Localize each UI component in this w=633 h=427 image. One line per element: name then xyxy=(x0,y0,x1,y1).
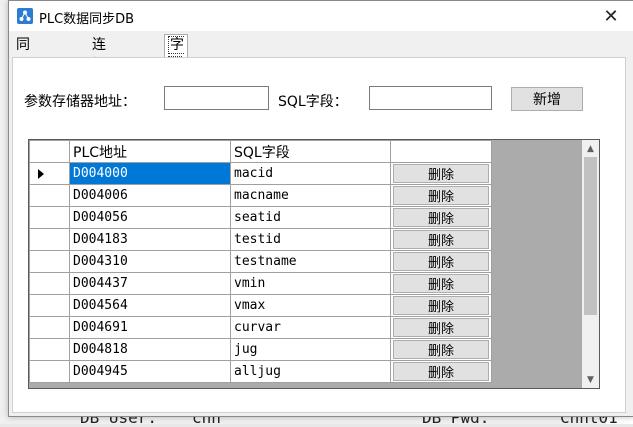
dialog-window: PLC数据同步DB ✕ 同步日志 连接配置 字段配置 参数存储器地址： SQL字… xyxy=(8,0,633,417)
scroll-down-button[interactable]: ▼ xyxy=(582,371,599,388)
cell-sql-field[interactable]: testname xyxy=(230,250,391,273)
cell-plc-address[interactable]: D004000 xyxy=(69,162,231,185)
cell-action: 删除 xyxy=(390,272,492,295)
table-row[interactable]: D004183 testid 删除 xyxy=(29,228,492,251)
cell-sql-field[interactable]: alljug xyxy=(230,360,391,383)
cell-sql-field[interactable]: macid xyxy=(230,162,391,185)
cell-plc-address[interactable]: D004006 xyxy=(69,184,231,207)
cell-plc-address[interactable]: D004056 xyxy=(69,206,231,229)
cell-plc-address[interactable]: D004564 xyxy=(69,294,231,317)
param-address-label: 参数存储器地址： xyxy=(24,94,136,110)
app-icon xyxy=(17,8,33,24)
cell-sql-field[interactable]: seatid xyxy=(230,206,391,229)
cell-sql-field[interactable]: vmax xyxy=(230,294,391,317)
field-config-panel: 参数存储器地址： SQL字段： 新增 PLC地址 SQL字段 D004000 ma… xyxy=(12,57,626,413)
cell-sql-field[interactable]: vmin xyxy=(230,272,391,295)
chevron-up-icon: ▲ xyxy=(587,143,594,154)
vertical-scrollbar[interactable]: ▲ ▼ xyxy=(582,140,599,388)
sql-field-label: SQL字段： xyxy=(278,94,348,110)
cell-sql-field[interactable]: macname xyxy=(230,184,391,207)
table-row[interactable]: D004006 macname 删除 xyxy=(29,184,492,207)
delete-button[interactable]: 删除 xyxy=(393,252,489,271)
delete-button[interactable]: 删除 xyxy=(393,230,489,249)
cell-action: 删除 xyxy=(390,294,492,317)
window-title: PLC数据同步DB xyxy=(39,12,135,27)
table-row[interactable]: D004564 vmax 删除 xyxy=(29,294,492,317)
cell-action: 删除 xyxy=(390,162,492,185)
delete-button[interactable]: 删除 xyxy=(393,318,489,337)
row-header[interactable] xyxy=(29,316,70,339)
row-header[interactable] xyxy=(29,206,70,229)
tab-connection-config[interactable]: 连接配置 xyxy=(89,35,109,113)
table-row[interactable]: D004437 vmin 删除 xyxy=(29,272,492,295)
cell-action: 删除 xyxy=(390,184,492,207)
column-header-plc-address[interactable]: PLC地址 xyxy=(69,140,231,163)
tab-sync-log[interactable]: 同步日志 xyxy=(13,35,33,113)
table-body: D004000 macid 删除 D004006 macname 删除 D004056 sea… xyxy=(29,162,492,383)
row-header[interactable] xyxy=(29,184,70,207)
cell-action: 删除 xyxy=(390,360,492,383)
delete-button[interactable]: 删除 xyxy=(393,340,489,359)
table-row[interactable]: D004691 curvar 删除 xyxy=(29,316,492,339)
cell-action: 删除 xyxy=(390,206,492,229)
cell-sql-field[interactable]: testid xyxy=(230,228,391,251)
row-header[interactable] xyxy=(29,272,70,295)
delete-button[interactable]: 删除 xyxy=(393,274,489,293)
cell-action: 删除 xyxy=(390,338,492,361)
row-header[interactable] xyxy=(29,338,70,361)
table-row[interactable]: D004310 testname 删除 xyxy=(29,250,492,273)
close-icon: ✕ xyxy=(603,5,619,27)
cell-action: 删除 xyxy=(390,228,492,251)
cell-sql-field[interactable]: curvar xyxy=(230,316,391,339)
delete-button[interactable]: 删除 xyxy=(393,362,489,381)
row-header-corner xyxy=(29,140,70,163)
cell-sql-field[interactable]: jug xyxy=(230,338,391,361)
row-header[interactable] xyxy=(29,294,70,317)
cell-plc-address[interactable]: D004310 xyxy=(69,250,231,273)
field-grid[interactable]: PLC地址 SQL字段 D004000 macid 删除 D004006 macname… xyxy=(28,139,600,389)
table-header-row: PLC地址 SQL字段 xyxy=(29,140,492,163)
delete-button[interactable]: 删除 xyxy=(393,186,489,205)
delete-button[interactable]: 删除 xyxy=(393,208,489,227)
row-header[interactable] xyxy=(29,228,70,251)
delete-button[interactable]: 删除 xyxy=(393,164,489,183)
param-address-input[interactable] xyxy=(164,86,269,110)
row-header[interactable] xyxy=(29,162,70,185)
close-button[interactable]: ✕ xyxy=(589,1,633,31)
table-row[interactable]: D004056 seatid 删除 xyxy=(29,206,492,229)
cell-action: 删除 xyxy=(390,316,492,339)
add-button[interactable]: 新增 xyxy=(511,87,583,111)
scroll-up-button[interactable]: ▲ xyxy=(582,140,599,157)
tab-field-config[interactable]: 字段配置 xyxy=(164,34,188,114)
table-row[interactable]: D004818 jug 删除 xyxy=(29,338,492,361)
row-header[interactable] xyxy=(29,360,70,383)
row-header[interactable] xyxy=(29,250,70,273)
cell-plc-address[interactable]: D004183 xyxy=(69,228,231,251)
cell-plc-address[interactable]: D004818 xyxy=(69,338,231,361)
field-table: PLC地址 SQL字段 D004000 macid 删除 D004006 macname… xyxy=(29,140,492,383)
scroll-thumb[interactable] xyxy=(584,157,597,315)
current-row-arrow-icon xyxy=(38,169,44,179)
column-header-sql-field[interactable]: SQL字段 xyxy=(230,140,391,163)
cell-plc-address[interactable]: D004691 xyxy=(69,316,231,339)
column-header-action[interactable] xyxy=(390,140,492,163)
cell-plc-address[interactable]: D004945 xyxy=(69,360,231,383)
cell-plc-address[interactable]: D004437 xyxy=(69,272,231,295)
title-bar[interactable]: PLC数据同步DB ✕ xyxy=(9,1,633,31)
cell-action: 删除 xyxy=(390,250,492,273)
sql-field-input[interactable] xyxy=(369,86,492,110)
chevron-down-icon: ▼ xyxy=(587,374,594,385)
table-row[interactable]: D004000 macid 删除 xyxy=(29,162,492,185)
delete-button[interactable]: 删除 xyxy=(393,296,489,315)
table-row[interactable]: D004945 alljug 删除 xyxy=(29,360,492,383)
